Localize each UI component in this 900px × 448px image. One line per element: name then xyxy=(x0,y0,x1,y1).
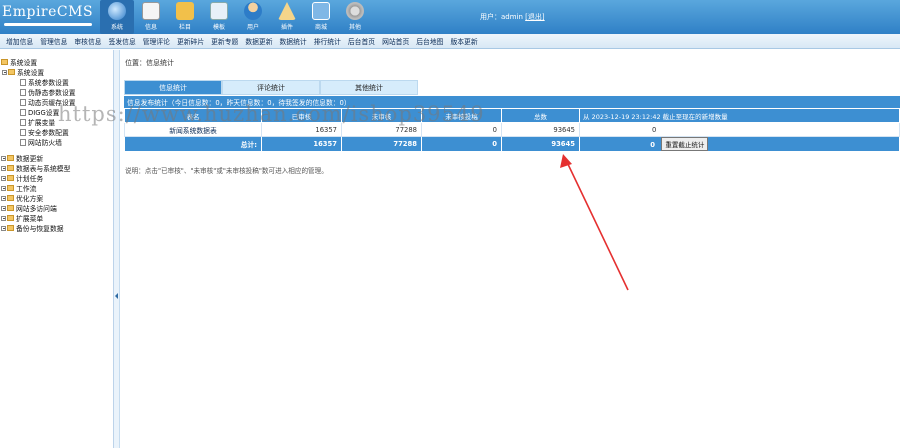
arrow-line xyxy=(565,159,629,291)
arrow-head-icon xyxy=(560,154,572,168)
annotation-arrow xyxy=(560,154,629,291)
